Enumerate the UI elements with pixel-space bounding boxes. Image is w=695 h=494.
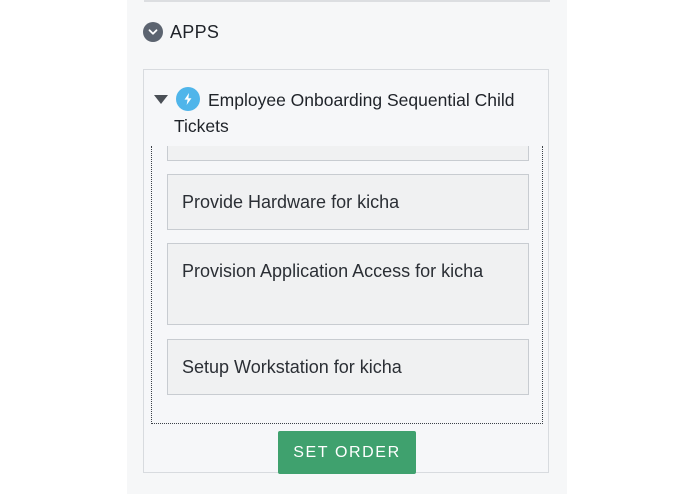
ticket-item[interactable] [167, 146, 529, 161]
ticket-item[interactable]: Setup Workstation for kicha [167, 339, 529, 395]
ticket-item[interactable]: Provision Application Access for kicha [167, 243, 529, 325]
apps-section-header[interactable]: APPS [143, 20, 219, 44]
set-order-button[interactable]: SET ORDER [278, 431, 416, 474]
apps-section-title: APPS [170, 21, 220, 42]
ticket-order-list: Provide Hardware for kicha Provision App… [151, 146, 543, 424]
chevron-down-circle-icon[interactable] [143, 22, 163, 42]
caret-down-icon[interactable] [154, 95, 168, 104]
divider [144, 0, 550, 2]
app-card: Employee Onboarding Sequential Child Tic… [143, 69, 549, 474]
ticket-item[interactable]: Provide Hardware for kicha [167, 174, 529, 230]
app-title: Employee Onboarding Sequential Child Tic… [174, 90, 515, 136]
